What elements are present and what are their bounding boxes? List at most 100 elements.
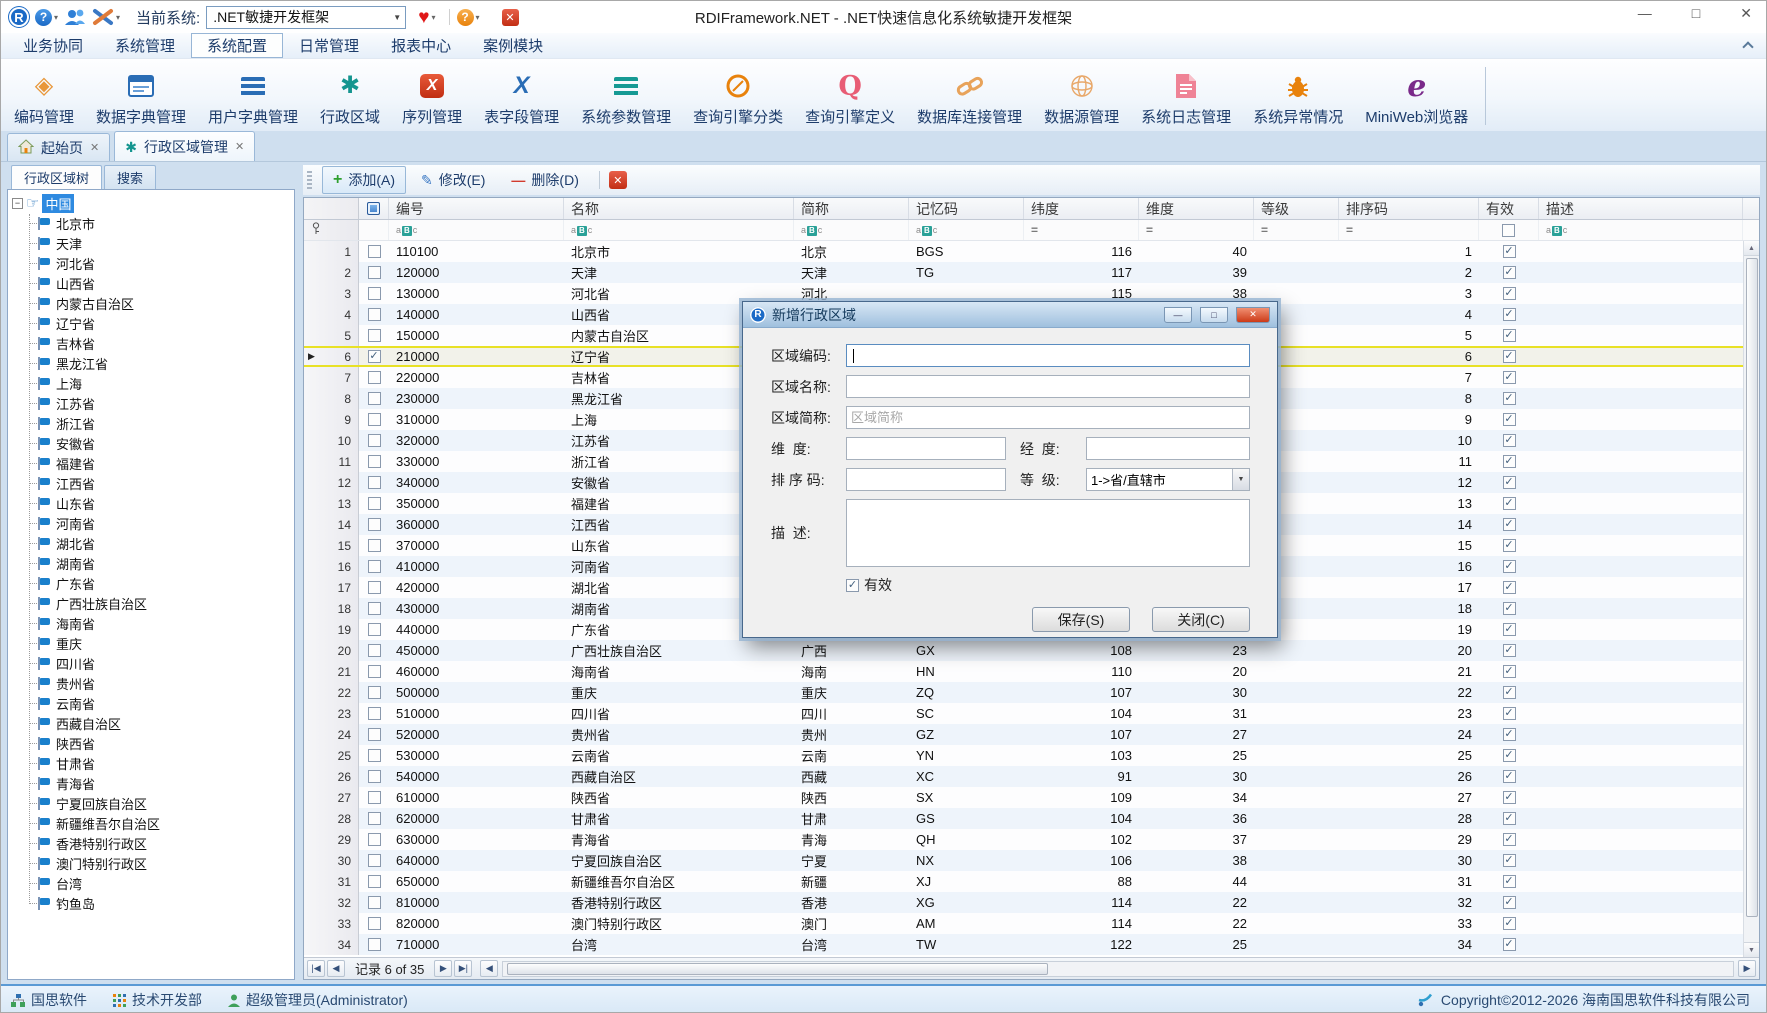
table-row[interactable]: 32810000香港特别行政区香港XG1142232✓ [304,892,1743,913]
row-checkbox[interactable] [368,560,381,573]
table-row[interactable]: 27610000陕西省陕西SX1093427✓ [304,787,1743,808]
tree-node[interactable]: 山东省 [8,493,294,513]
table-row[interactable]: 29630000青海省青海QH1023729✓ [304,829,1743,850]
tree-node[interactable]: 天津 [8,233,294,253]
table-row[interactable]: 21460000海南省海南HN1102021✓ [304,661,1743,682]
valid-checkbox[interactable]: ✓ [1503,371,1516,384]
ribbon-button-12[interactable]: 系统日志管理 [1130,63,1242,129]
row-checkbox[interactable] [368,434,381,447]
valid-checkbox[interactable]: ✓ [1503,392,1516,405]
tree-node[interactable]: 吉林省 [8,333,294,353]
column-header-sort[interactable]: 排序码 [1339,198,1479,219]
menu-item-2[interactable]: 系统管理 [99,33,191,58]
row-checkbox[interactable] [368,245,381,258]
table-row[interactable]: 31650000新疆维吾尔自治区新疆XJ884431✓ [304,871,1743,892]
exit-button[interactable]: ✕ [502,9,519,26]
description-textarea[interactable] [846,499,1250,567]
close-tab-icon[interactable]: ✕ [235,140,244,153]
toolbar-drag-handle[interactable] [307,171,312,189]
filter-cell-valid[interactable] [1479,220,1539,240]
filter-cell-short[interactable]: aBc [794,220,909,240]
valid-checkbox[interactable]: ✓ [1503,833,1516,846]
app-logo-icon[interactable]: R [9,7,29,27]
row-checkbox[interactable]: ✓ [368,350,381,363]
tree-node[interactable]: 浙江省 [8,413,294,433]
column-header-name[interactable]: 名称 [564,198,794,219]
row-checkbox[interactable] [368,812,381,825]
valid-checkbox[interactable]: ✓ [1503,434,1516,447]
valid-checkbox[interactable]: ✓ [1503,917,1516,930]
table-row[interactable]: 25530000云南省云南YN1032525✓ [304,745,1743,766]
chevron-down-icon[interactable]: ▼ [1232,469,1249,490]
tree-node[interactable]: 江西省 [8,473,294,493]
filter-cell-mem[interactable]: aBc [909,220,1024,240]
tree-node[interactable]: 云南省 [8,693,294,713]
edit-button[interactable]: ✎修改(E) [410,166,496,194]
favorites-button[interactable]: ♥▾ [418,8,435,27]
filter-cell-name[interactable]: aBc [564,220,794,240]
valid-checkbox[interactable]: ✓ [1503,728,1516,741]
tree-node[interactable]: 重庆 [8,633,294,653]
tree-expander-icon[interactable]: − [12,198,23,209]
valid-checkbox[interactable]: ✓ [1503,875,1516,888]
menu-item-4[interactable]: 日常管理 [283,33,375,58]
valid-checkbox[interactable]: ✓ [1503,896,1516,909]
ribbon-button-3[interactable]: 用户字典管理 [197,63,309,129]
dialog-minimize-button[interactable]: — [1164,307,1192,323]
next-record-button[interactable]: ▶ [434,960,452,977]
ribbon-button-11[interactable]: 数据源管理 [1033,63,1130,129]
valid-checkbox[interactable]: ✓ [1503,539,1516,552]
tree-node[interactable]: 新疆维吾尔自治区 [8,813,294,833]
row-checkbox[interactable] [368,266,381,279]
delete-button[interactable]: —删除(D) [500,166,589,194]
first-record-button[interactable]: |◀ [307,960,325,977]
dialog-maximize-button[interactable]: □ [1200,307,1228,323]
collapse-ribbon-icon[interactable] [1742,41,1753,52]
valid-checkbox[interactable]: ✓ [846,579,859,592]
menu-item-1[interactable]: 业务协同 [7,33,99,58]
tree-node[interactable]: 甘肃省 [8,753,294,773]
valid-checkbox[interactable]: ✓ [1503,455,1516,468]
valid-checkbox[interactable]: ✓ [1503,581,1516,594]
region-short-input[interactable] [846,406,1250,429]
tree-node[interactable]: 河北省 [8,253,294,273]
filter-cell-desc[interactable]: aBc [1539,220,1743,240]
users-icon[interactable] [64,8,86,26]
tab-search[interactable]: 搜索 [104,165,156,189]
close-view-button[interactable]: ✕ [609,171,627,189]
row-checkbox[interactable] [368,413,381,426]
row-checkbox[interactable] [368,770,381,783]
valid-checkbox[interactable]: ✓ [1503,749,1516,762]
column-header-level[interactable]: 等级 [1254,198,1339,219]
menu-item-6[interactable]: 案例模块 [467,33,559,58]
valid-checkbox[interactable]: ✓ [1503,308,1516,321]
dialog-close-action-button[interactable]: 关闭(C) [1152,607,1250,632]
filter-cell-level[interactable]: = [1254,220,1339,240]
valid-checkbox[interactable]: ✓ [1503,644,1516,657]
vertical-scrollbar[interactable]: ▲ ▼ [1743,241,1759,957]
ribbon-button-7[interactable]: 系统参数管理 [570,63,682,129]
valid-checkbox[interactable]: ✓ [1503,413,1516,426]
tree-node[interactable]: 西藏自治区 [8,713,294,733]
valid-checkbox[interactable]: ✓ [1503,287,1516,300]
valid-checkbox[interactable]: ✓ [1503,266,1516,279]
table-row[interactable]: 2120000天津天津TG117392✓ [304,262,1743,283]
table-row[interactable]: 20450000广西壮族自治区广西GX1082320✓ [304,640,1743,661]
valid-checkbox[interactable]: ✓ [1503,665,1516,678]
region-code-input[interactable] [846,344,1250,367]
tree-node[interactable]: 江苏省 [8,393,294,413]
tree-node[interactable]: 福建省 [8,453,294,473]
valid-checkbox[interactable]: ✓ [1503,476,1516,489]
row-checkbox[interactable] [368,833,381,846]
table-row[interactable]: 22500000重庆重庆ZQ1073022✓ [304,682,1743,703]
table-row[interactable]: 28620000甘肃省甘肃GS1043628✓ [304,808,1743,829]
valid-checkbox[interactable]: ✓ [1503,350,1516,363]
menu-item-3[interactable]: 系统配置 [191,33,283,58]
valid-checkbox[interactable]: ✓ [1503,623,1516,636]
tree-node[interactable]: 香港特别行政区 [8,833,294,853]
row-checkbox[interactable] [368,308,381,321]
valid-checkbox[interactable]: ✓ [1503,602,1516,615]
hscroll-right-icon[interactable]: ▶ [1738,960,1756,977]
valid-checkbox[interactable]: ✓ [1503,812,1516,825]
tree-node[interactable]: 广西壮族自治区 [8,593,294,613]
